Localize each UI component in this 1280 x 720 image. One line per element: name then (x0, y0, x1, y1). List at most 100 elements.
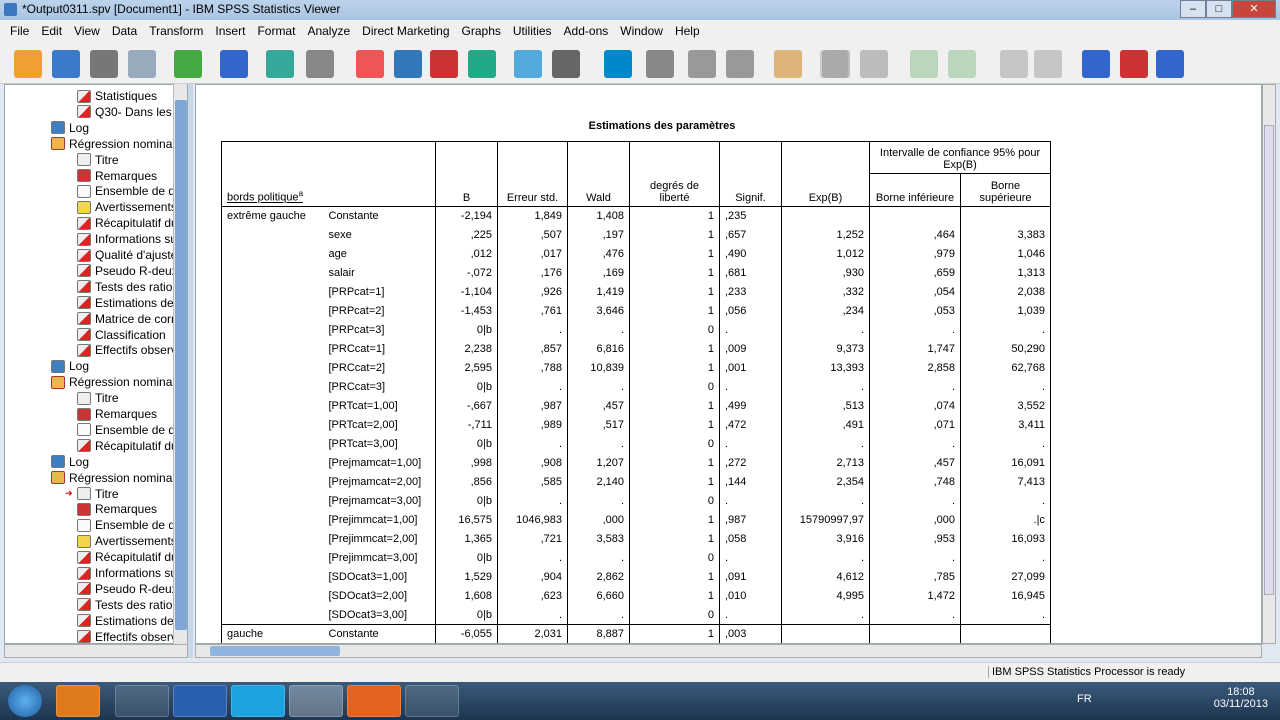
explorer-icon[interactable] (115, 685, 169, 717)
table-cell[interactable]: . (719, 605, 782, 625)
table-cell[interactable]: 1,608 (435, 586, 498, 606)
table-cell[interactable]: 6,660 (567, 586, 630, 606)
expand-icon[interactable] (774, 50, 802, 78)
table-cell[interactable]: ,233 (719, 282, 782, 302)
table-cell[interactable]: 2,140 (567, 472, 630, 492)
menu-utilities[interactable]: Utilities (507, 20, 558, 42)
table-cell[interactable]: ,681 (719, 263, 782, 283)
table-cell[interactable]: ,499 (719, 396, 782, 416)
table-cell[interactable]: 4,995 (781, 586, 870, 606)
table-cell[interactable]: . (567, 434, 630, 454)
table-cell[interactable]: 1,046 (960, 244, 1051, 264)
table-cell[interactable]: -,711 (435, 415, 498, 435)
table-cell[interactable]: ,507 (497, 225, 568, 245)
outline-item[interactable]: Q30- Dans les (77, 104, 172, 120)
table-cell[interactable]: 1 (629, 472, 720, 492)
table-cell[interactable]: -6,055 (435, 624, 498, 643)
table-cell[interactable]: ,513 (781, 396, 870, 416)
table-cell[interactable]: 4,612 (781, 567, 870, 587)
table-cell[interactable]: -,667 (435, 396, 498, 416)
outline-vertical-scrollbar[interactable] (173, 84, 187, 644)
paint-icon[interactable] (405, 685, 459, 717)
outline-item[interactable]: Statistiques (77, 88, 157, 104)
table-cell[interactable]: . (497, 491, 568, 511)
table-cell[interactable]: ,979 (869, 244, 961, 264)
outline-item[interactable]: Remarques (77, 406, 157, 422)
table-cell[interactable]: Constante (323, 624, 436, 643)
table-cell[interactable]: 0 (629, 491, 720, 511)
outline-item[interactable]: Remarques (77, 501, 157, 517)
table-cell[interactable]: ,056 (719, 301, 782, 321)
table-cell[interactable]: 0 (629, 320, 720, 340)
table-cell[interactable]: 1 (629, 206, 720, 226)
table-cell[interactable] (221, 301, 324, 321)
table-cell[interactable]: 16,093 (960, 529, 1051, 549)
table-cell[interactable]: 1 (629, 415, 720, 435)
table-cell[interactable]: . (497, 320, 568, 340)
table-cell[interactable]: ,003 (719, 624, 782, 643)
outline-item[interactable]: Régression nomina (51, 136, 172, 152)
undo-icon[interactable] (266, 50, 294, 78)
outline-item[interactable]: Récapitulatif du (77, 438, 178, 454)
output-vertical-scrollbar[interactable] (1262, 84, 1276, 644)
scroll-thumb[interactable] (175, 100, 187, 630)
demote-icon[interactable] (948, 50, 976, 78)
table-cell[interactable]: ,144 (719, 472, 782, 492)
table-cell[interactable]: [PRTcat=2,00] (324, 416, 436, 435)
menu-add-ons[interactable]: Add-ons (558, 20, 615, 42)
table-cell[interactable]: 1,252 (781, 225, 870, 245)
table-cell[interactable]: ,987 (719, 510, 782, 530)
table-cell[interactable]: ,176 (497, 263, 568, 283)
outline-item[interactable]: Effectifs observ (77, 342, 177, 358)
menu-view[interactable]: View (68, 20, 106, 42)
media-player-icon[interactable] (56, 685, 100, 717)
table-cell[interactable]: ,009 (719, 339, 782, 359)
show-all-icon[interactable] (688, 50, 716, 78)
table-cell[interactable] (221, 320, 324, 340)
table-cell[interactable] (221, 434, 324, 454)
outline-item[interactable]: Régression nomina (51, 374, 172, 390)
table-cell[interactable]: . (781, 434, 870, 454)
table-cell[interactable] (221, 282, 324, 302)
table-cell[interactable]: ,091 (719, 567, 782, 587)
table-cell[interactable]: ,904 (497, 567, 568, 587)
table-cell[interactable]: ,017 (497, 244, 568, 264)
table-cell[interactable]: 1046,983 (497, 510, 568, 530)
table-cell[interactable]: 3,411 (960, 415, 1051, 435)
menu-edit[interactable]: Edit (35, 20, 68, 42)
table-cell[interactable]: 3,646 (567, 301, 630, 321)
table-cell[interactable]: . (719, 491, 782, 511)
table-cell[interactable]: ,234 (781, 301, 870, 321)
table-cell[interactable]: ,457 (567, 396, 630, 416)
clock[interactable]: 18:08 03/11/2013 (1214, 686, 1268, 710)
table-cell[interactable]: 2,038 (960, 282, 1051, 302)
table-cell[interactable]: ,054 (869, 282, 961, 302)
outline-item[interactable]: Récapitulatif du (77, 549, 178, 565)
scroll-thumb[interactable] (1264, 125, 1274, 595)
table-cell[interactable]: 0|b (435, 377, 498, 397)
table-cell[interactable] (960, 206, 1051, 226)
outline-item[interactable]: Estimations de (77, 295, 174, 311)
outline-item[interactable]: Log (51, 120, 89, 136)
table-cell[interactable]: . (781, 548, 870, 568)
table-cell[interactable]: . (869, 491, 961, 511)
outline-item[interactable]: Estimations de (77, 613, 174, 629)
table-cell[interactable]: ,010 (719, 586, 782, 606)
table-cell[interactable]: . (719, 434, 782, 454)
table-cell[interactable]: 0|b (435, 548, 498, 568)
table-cell[interactable]: ,721 (497, 529, 568, 549)
table-cell[interactable]: ,930 (781, 263, 870, 283)
table-cell[interactable]: extrême gauche (221, 206, 324, 226)
collapse-icon[interactable] (726, 50, 754, 78)
table-cell[interactable]: ,908 (497, 453, 568, 473)
menu-direct-marketing[interactable]: Direct Marketing (356, 20, 455, 42)
table-cell[interactable]: 27,099 (960, 567, 1051, 587)
table-cell[interactable]: ,001 (719, 358, 782, 378)
outline-item[interactable]: ➜ Titre (65, 486, 119, 502)
table-cell[interactable]: . (497, 548, 568, 568)
back-icon[interactable] (822, 50, 850, 78)
table-cell[interactable]: . (960, 377, 1051, 397)
table-cell[interactable]: Constante (324, 207, 436, 226)
table-cell[interactable]: 1 (629, 282, 720, 302)
table-cell[interactable]: [Prejmamcat=2,00] (324, 473, 436, 492)
